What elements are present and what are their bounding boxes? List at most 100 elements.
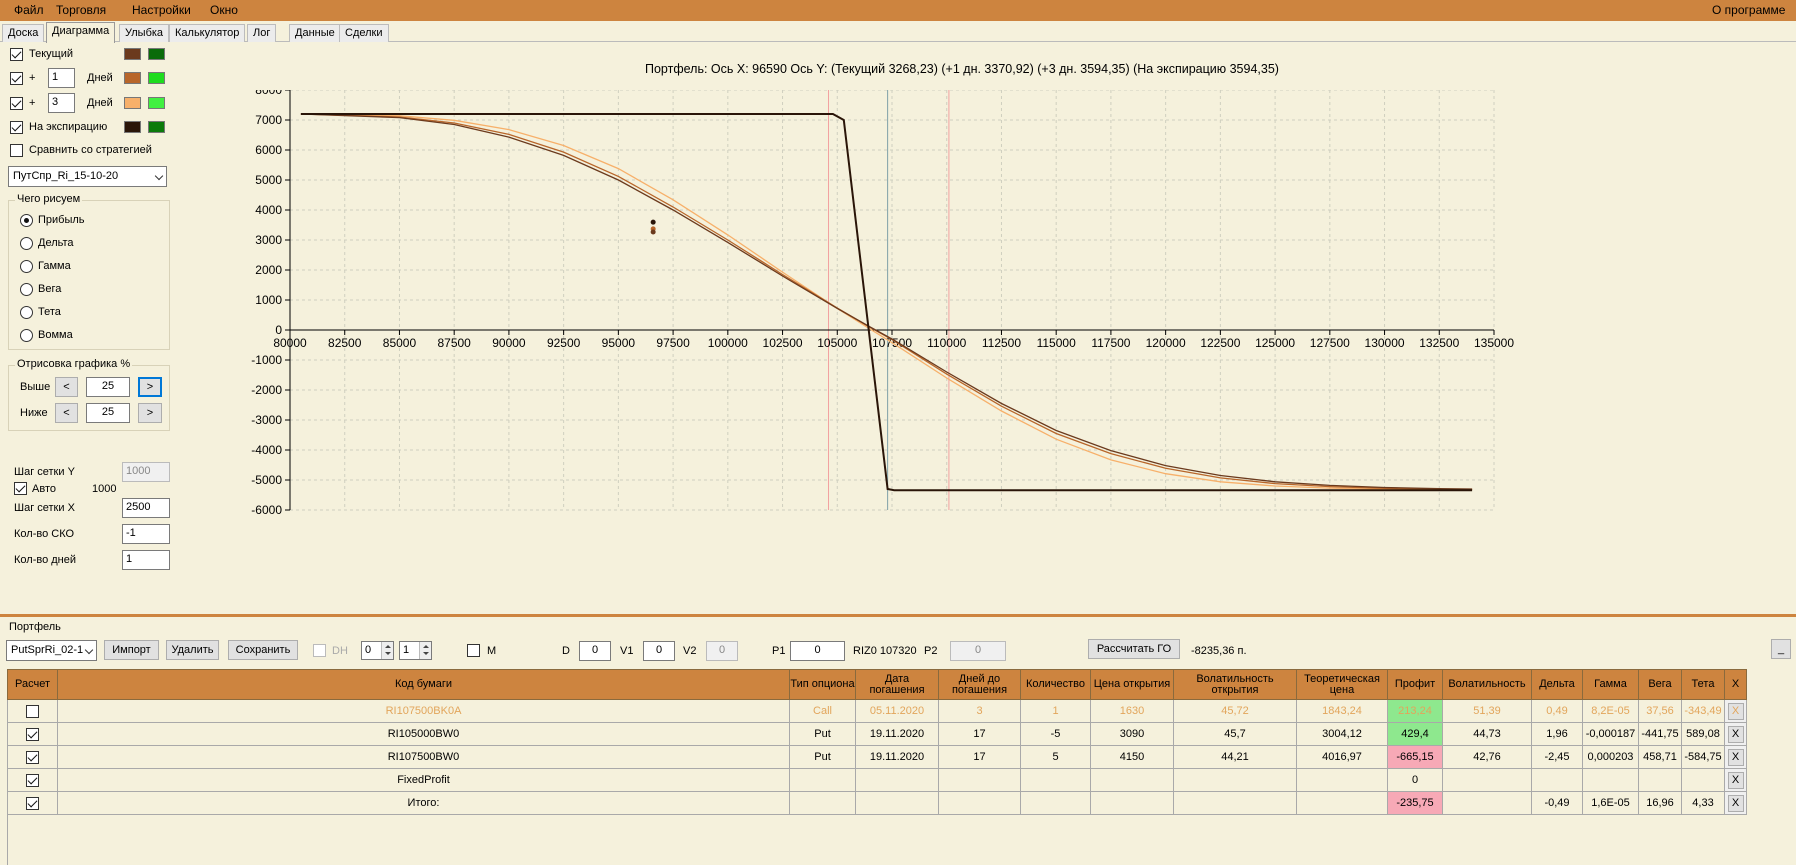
cell-open-price[interactable]: 4150 — [1090, 745, 1174, 769]
compare-checkbox[interactable] — [10, 144, 23, 157]
menu-file[interactable]: Файл — [14, 3, 44, 17]
dh-spin-2[interactable]: 1 — [399, 641, 432, 660]
cell-theta[interactable]: -584,75 — [1681, 745, 1725, 769]
cell-qty[interactable]: 5 — [1020, 745, 1091, 769]
tab-diagram[interactable]: Диаграмма — [46, 22, 116, 43]
row-delete-button[interactable]: X — [1727, 771, 1744, 789]
table-row[interactable]: RI107500BW0 Put 19.11.2020 17 5 4150 44,21 4016… — [7, 745, 1747, 769]
grid-y-input[interactable]: 1000 — [122, 462, 170, 482]
v1-input[interactable]: 0 — [643, 641, 675, 661]
cell-type[interactable]: Put — [789, 722, 856, 746]
radio-delta[interactable] — [20, 237, 33, 250]
cell-code[interactable]: RI105000BW0 — [57, 722, 790, 746]
col-delta[interactable]: Дельта — [1531, 669, 1583, 700]
plus3-color-a[interactable] — [124, 97, 141, 109]
cell-gamma[interactable]: 8,2E-05 — [1582, 699, 1639, 723]
table-row[interactable]: Итого: -235,75 -0,49 1,6E-05 16,96 4,33 X — [7, 791, 1747, 815]
plus3-days-input[interactable]: 3 — [48, 93, 75, 113]
col-calc[interactable]: Расчет — [7, 669, 58, 700]
expiry-color-b[interactable] — [148, 121, 165, 133]
menu-about[interactable]: О программе — [1712, 3, 1785, 17]
tab-smile[interactable]: Улыбка — [119, 24, 170, 42]
radio-vomma[interactable] — [20, 329, 33, 342]
cell-vol[interactable] — [1442, 768, 1532, 792]
row-calc-checkbox[interactable] — [26, 727, 39, 741]
cell-type[interactable]: Put — [789, 745, 856, 769]
cell-delta[interactable]: -2,45 — [1531, 745, 1583, 769]
dh-checkbox[interactable] — [313, 644, 326, 657]
radio-vega[interactable] — [20, 283, 33, 296]
cell-theor-price[interactable] — [1296, 768, 1388, 792]
cell-gamma[interactable]: 1,6E-05 — [1582, 791, 1639, 815]
days-input[interactable]: 1 — [122, 550, 170, 570]
cell-code[interactable]: RI107500BW0 — [57, 745, 790, 769]
col-vega[interactable]: Вега — [1638, 669, 1682, 700]
cell-expiry-date[interactable] — [855, 768, 939, 792]
cell-theta[interactable] — [1681, 768, 1725, 792]
cell-qty[interactable]: -5 — [1020, 722, 1091, 746]
cell-theor-price[interactable]: 1843,24 — [1296, 699, 1388, 723]
cell-theor-price[interactable]: 4016,97 — [1296, 745, 1388, 769]
col-code[interactable]: Код бумаги — [57, 669, 790, 700]
expiry-checkbox[interactable] — [10, 121, 23, 134]
col-vol[interactable]: Волатильность — [1442, 669, 1532, 700]
dh-spin-1[interactable]: 0 — [361, 641, 394, 660]
tab-log[interactable]: Лог — [247, 24, 277, 42]
cell-delta[interactable]: 0,49 — [1531, 699, 1583, 723]
below-increase-button[interactable]: > — [138, 403, 162, 423]
cell-vega[interactable]: -441,75 — [1638, 722, 1682, 746]
import-button[interactable]: Импорт — [104, 640, 159, 660]
menu-trade[interactable]: Торговля — [56, 3, 106, 17]
portfolio-select[interactable]: PutSprRi_02-1 — [6, 640, 97, 661]
p2-input[interactable]: 0 — [950, 641, 1006, 661]
radio-profit[interactable] — [20, 214, 33, 227]
cell-open-vol[interactable] — [1173, 791, 1297, 815]
tab-board[interactable]: Доска — [2, 24, 45, 42]
row-calc-checkbox[interactable] — [26, 704, 39, 718]
cell-open-price[interactable] — [1090, 768, 1174, 792]
v2-input[interactable]: 0 — [706, 641, 738, 661]
cell-theor-price[interactable] — [1296, 791, 1388, 815]
cell-theor-price[interactable]: 3004,12 — [1296, 722, 1388, 746]
delete-button[interactable]: Удалить — [166, 640, 219, 660]
cell-code[interactable]: FixedProfit — [57, 768, 790, 792]
cell-type[interactable] — [789, 768, 856, 792]
auto-checkbox[interactable] — [14, 482, 27, 495]
current-color-a[interactable] — [124, 48, 141, 60]
cell-gamma[interactable] — [1582, 768, 1639, 792]
cell-vega[interactable] — [1638, 768, 1682, 792]
current-color-b[interactable] — [148, 48, 165, 60]
cell-days[interactable]: 17 — [938, 745, 1021, 769]
cell-qty[interactable]: 1 — [1020, 699, 1091, 723]
row-calc-checkbox[interactable] — [26, 796, 39, 810]
cell-open-vol[interactable]: 45,72 — [1173, 699, 1297, 723]
table-row[interactable]: RI105000BW0 Put 19.11.2020 17 -5 3090 45,7 3004… — [7, 722, 1747, 746]
cell-vol[interactable]: 51,39 — [1442, 699, 1532, 723]
payoff-chart[interactable]: 80000 82500 85000 87500 90000 92500 95000 97500… — [240, 90, 1740, 600]
row-delete-button[interactable]: X — [1727, 702, 1744, 720]
plus1-color-a[interactable] — [124, 72, 141, 84]
updown-icon[interactable] — [381, 642, 393, 659]
cell-days[interactable] — [938, 768, 1021, 792]
radio-gamma[interactable] — [20, 260, 33, 273]
tab-calculator[interactable]: Калькулятор — [169, 24, 246, 42]
menu-window[interactable]: Окно — [210, 3, 238, 17]
col-profit[interactable]: Профит — [1387, 669, 1443, 700]
current-checkbox[interactable] — [10, 48, 23, 61]
table-row[interactable]: FixedProfit 0 X — [7, 768, 1747, 792]
cell-expiry-date[interactable] — [855, 791, 939, 815]
plus3-checkbox[interactable] — [10, 97, 23, 110]
cell-qty[interactable] — [1020, 768, 1091, 792]
cell-type[interactable]: Call — [789, 699, 856, 723]
p1-input[interactable]: 0 — [790, 641, 845, 661]
save-button[interactable]: Сохранить — [228, 640, 298, 660]
strategy-select[interactable]: ПутСпр_Ri_15-10-20 — [8, 166, 167, 187]
cell-vol[interactable]: 44,73 — [1442, 722, 1532, 746]
plus1-days-input[interactable]: 1 — [48, 68, 75, 88]
above-increase-button[interactable]: > — [138, 377, 162, 397]
row-delete-button[interactable]: X — [1727, 725, 1744, 743]
cell-qty[interactable] — [1020, 791, 1091, 815]
col-theta[interactable]: Тета — [1681, 669, 1725, 700]
above-decrease-button[interactable]: < — [55, 377, 78, 397]
cell-days[interactable]: 17 — [938, 722, 1021, 746]
